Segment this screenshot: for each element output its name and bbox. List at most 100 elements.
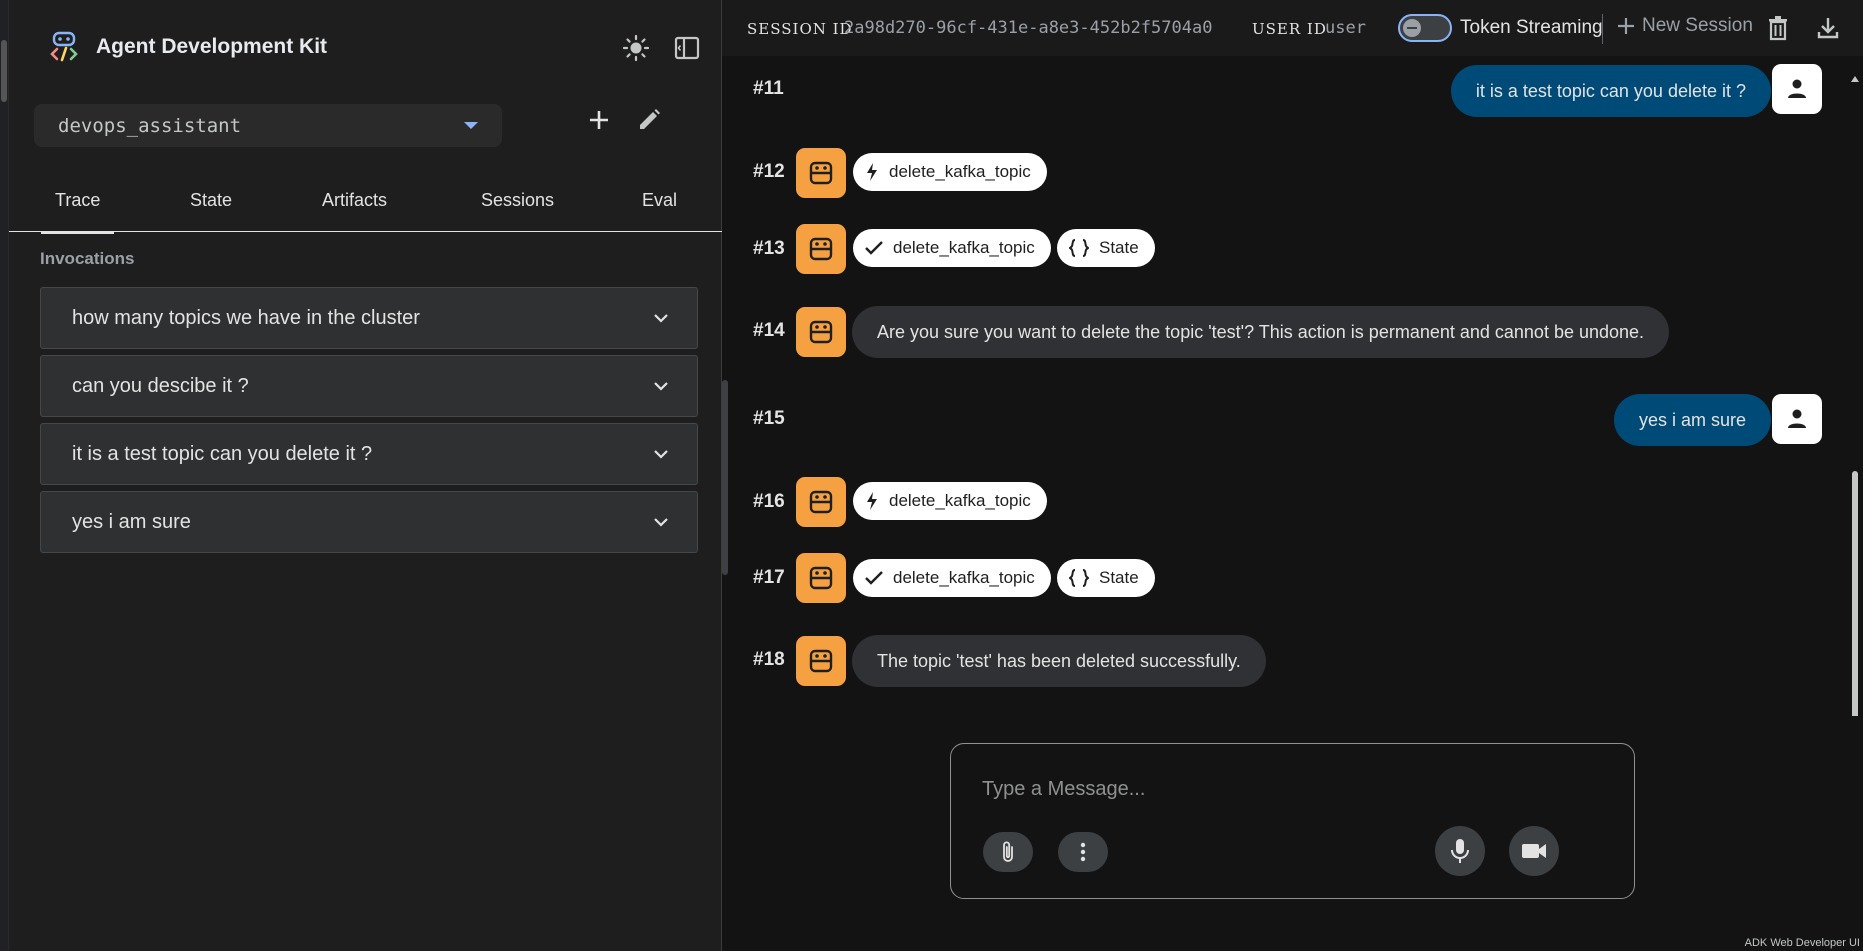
more-options-button[interactable] (1058, 832, 1108, 872)
message-text: yes i am sure (1638, 409, 1746, 430)
message-text: it is a test topic can you delete it ? (1475, 80, 1746, 101)
bolt-icon (867, 492, 877, 510)
chip-label: delete_kafka_topic (889, 491, 1031, 510)
edit-agent-button[interactable] (631, 102, 667, 138)
session-header: SESSION ID 2a98d270-96cf-431e-a8e3-452b2… (722, 0, 1863, 56)
message-number: #15 (753, 408, 785, 429)
chip-label: delete_kafka_topic (889, 162, 1031, 181)
app-title: Agent Development Kit (96, 35, 328, 58)
chevron-down-icon (654, 518, 668, 527)
check-icon (865, 571, 883, 585)
agent-select[interactable]: devops_assistant (34, 104, 502, 147)
toggle-thumb (1403, 19, 1421, 37)
chip-label: State (1099, 238, 1139, 257)
tab-state[interactable]: State (190, 190, 232, 211)
invocation-item[interactable]: yes i am sure (40, 491, 698, 553)
scroll-thumb[interactable] (1852, 471, 1858, 716)
trash-icon (1769, 16, 1787, 41)
person-icon (1788, 409, 1806, 428)
tab-trace[interactable]: Trace (40, 190, 115, 234)
attach-file-button[interactable] (983, 832, 1033, 872)
invocation-text: can you descibe it ? (72, 374, 249, 397)
message-text: Are you sure you want to delete the topi… (877, 321, 1645, 342)
function-response-chip[interactable]: delete_kafka_topic (853, 559, 1051, 597)
sidebar-panel-icon (674, 36, 700, 60)
footer-label: ADK Web Developer UI (1744, 937, 1860, 949)
function-response-chip[interactable]: delete_kafka_topic (853, 229, 1051, 267)
session-id-label: SESSION ID (747, 20, 853, 38)
chevron-down-icon (654, 382, 668, 391)
chat-scrollbar[interactable] (1850, 76, 1860, 716)
scroll-up-arrow-icon[interactable] (1851, 76, 1859, 82)
header-divider (1602, 14, 1603, 44)
function-call-chip[interactable]: delete_kafka_topic (853, 153, 1047, 191)
video-camera-button[interactable] (1509, 826, 1559, 876)
invocation-text: how many topics we have in the cluster (72, 306, 420, 329)
function-call-chip[interactable]: delete_kafka_topic (853, 482, 1047, 520)
invocation-text: yes i am sure (72, 510, 191, 533)
chevron-down-icon (654, 450, 668, 459)
download-session-button[interactable] (1812, 12, 1844, 44)
message-number: #17 (753, 567, 785, 588)
edge-handle[interactable] (1, 40, 7, 102)
window-edge (0, 0, 9, 951)
theme-toggle-button[interactable] (619, 31, 653, 65)
bot-message-bubble[interactable]: The topic 'test' has been deleted succes… (852, 635, 1266, 687)
invocation-item[interactable]: can you descibe it ? (40, 355, 698, 417)
user-id-label: USER ID (1252, 20, 1327, 38)
token-streaming-toggle[interactable] (1398, 14, 1452, 42)
message-input[interactable] (982, 774, 1602, 804)
robot-icon (809, 566, 833, 590)
invocation-item[interactable]: it is a test topic can you delete it ? (40, 423, 698, 485)
invocation-item[interactable]: how many topics we have in the cluster (40, 287, 698, 349)
more-vert-icon (1080, 842, 1086, 862)
message-number: #16 (753, 491, 785, 512)
add-agent-button[interactable] (581, 102, 617, 138)
video-camera-icon (1522, 844, 1546, 858)
bot-avatar (796, 477, 846, 527)
new-session-button[interactable]: New Session (1616, 15, 1753, 37)
bot-avatar (796, 148, 846, 198)
dropdown-caret-icon (464, 122, 478, 129)
tab-eval[interactable]: Eval (642, 190, 677, 211)
bot-avatar (796, 224, 846, 274)
message-number: #11 (753, 78, 784, 99)
chat-area: #11 it is a test topic can you delete it… (722, 56, 1863, 716)
chevron-down-icon (654, 314, 668, 323)
adk-app: Agent Development Kit devops_assistant T… (0, 0, 1863, 951)
plus-icon (1618, 18, 1634, 34)
message-number: #12 (753, 161, 785, 182)
bot-message-bubble[interactable]: Are you sure you want to delete the topi… (852, 306, 1670, 358)
delete-session-button[interactable] (1762, 12, 1794, 44)
user-id-value: user (1325, 18, 1366, 38)
invocations-heading: Invocations (40, 249, 135, 268)
user-message-bubble[interactable]: yes i am sure (1613, 394, 1771, 446)
microphone-button[interactable] (1435, 826, 1485, 876)
session-id-value: 2a98d270-96cf-431e-a8e3-452b2f5704a0 (844, 18, 1213, 38)
message-number: #18 (753, 649, 785, 670)
paperclip-icon (1003, 841, 1013, 862)
message-composer (950, 743, 1635, 899)
bot-avatar (796, 636, 846, 686)
tab-sessions[interactable]: Sessions (481, 190, 554, 211)
state-chip[interactable]: State (1057, 229, 1155, 267)
new-session-label: New Session (1642, 15, 1753, 36)
state-chip[interactable]: State (1057, 559, 1155, 597)
person-icon (1788, 79, 1806, 98)
invocations-list: how many topics we have in the cluster c… (40, 287, 698, 559)
robot-icon (809, 320, 833, 344)
tab-artifacts[interactable]: Artifacts (322, 190, 387, 211)
robot-icon (809, 490, 833, 514)
bolt-icon (867, 163, 877, 181)
user-message-bubble[interactable]: it is a test topic can you delete it ? (1450, 65, 1771, 117)
check-icon (865, 241, 883, 255)
download-icon (1817, 18, 1839, 39)
chip-label: delete_kafka_topic (893, 238, 1035, 257)
robot-icon (809, 649, 833, 673)
adk-logo-icon (50, 31, 78, 62)
microphone-icon (1451, 839, 1469, 863)
collapse-sidebar-button[interactable] (670, 31, 704, 65)
sidebar-tabs: Trace State Artifacts Sessions Eval (9, 180, 722, 234)
pencil-icon (640, 109, 660, 129)
sidebar: Agent Development Kit devops_assistant T… (9, 0, 728, 951)
